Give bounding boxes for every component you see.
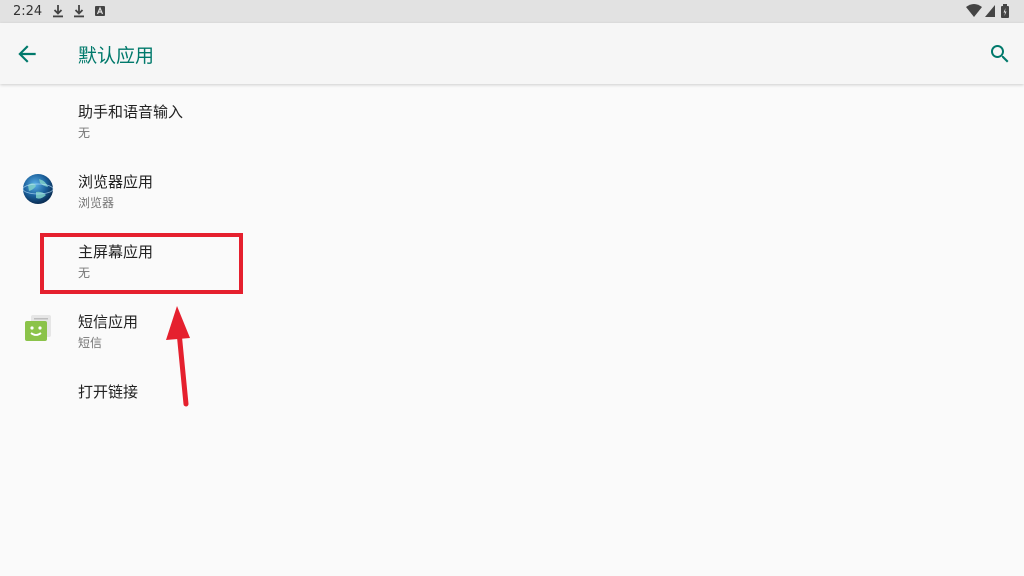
item-summary: 短信 — [78, 336, 103, 350]
notification-icon — [95, 6, 105, 16]
highlight-box — [40, 233, 243, 294]
browser-globe-icon — [22, 174, 54, 204]
item-label: 打开链接 — [78, 383, 139, 401]
list-item-open-links[interactable]: 打开链接 — [0, 364, 1024, 434]
sms-app-icon — [25, 315, 51, 341]
item-label: 助手和语音输入 — [78, 103, 184, 121]
list-item-assist-voice-input[interactable]: 助手和语音输入 无 — [0, 84, 1024, 154]
battery-icon — [1001, 4, 1009, 18]
app-toolbar: 默认应用 — [0, 23, 1024, 84]
red-arrow-annotation — [166, 306, 190, 407]
back-arrow-icon[interactable] — [14, 41, 40, 67]
list-item-browser-app[interactable]: 浏览器应用 浏览器 — [0, 154, 1024, 224]
download-icon — [53, 5, 63, 18]
page-title: 默认应用 — [78, 45, 155, 67]
download-icon — [74, 5, 84, 18]
wifi-icon — [966, 4, 982, 17]
status-time: 2:24 — [13, 4, 43, 19]
item-label: 浏览器应用 — [78, 173, 154, 191]
item-label: 短信应用 — [78, 313, 139, 331]
list-item-sms-app[interactable]: 短信应用 短信 — [0, 294, 1024, 364]
signal-icon — [985, 5, 995, 17]
item-summary: 浏览器 — [78, 196, 115, 210]
status-bar: 2:24 — [0, 0, 1024, 23]
item-summary: 无 — [78, 126, 91, 140]
search-icon[interactable] — [988, 42, 1012, 66]
